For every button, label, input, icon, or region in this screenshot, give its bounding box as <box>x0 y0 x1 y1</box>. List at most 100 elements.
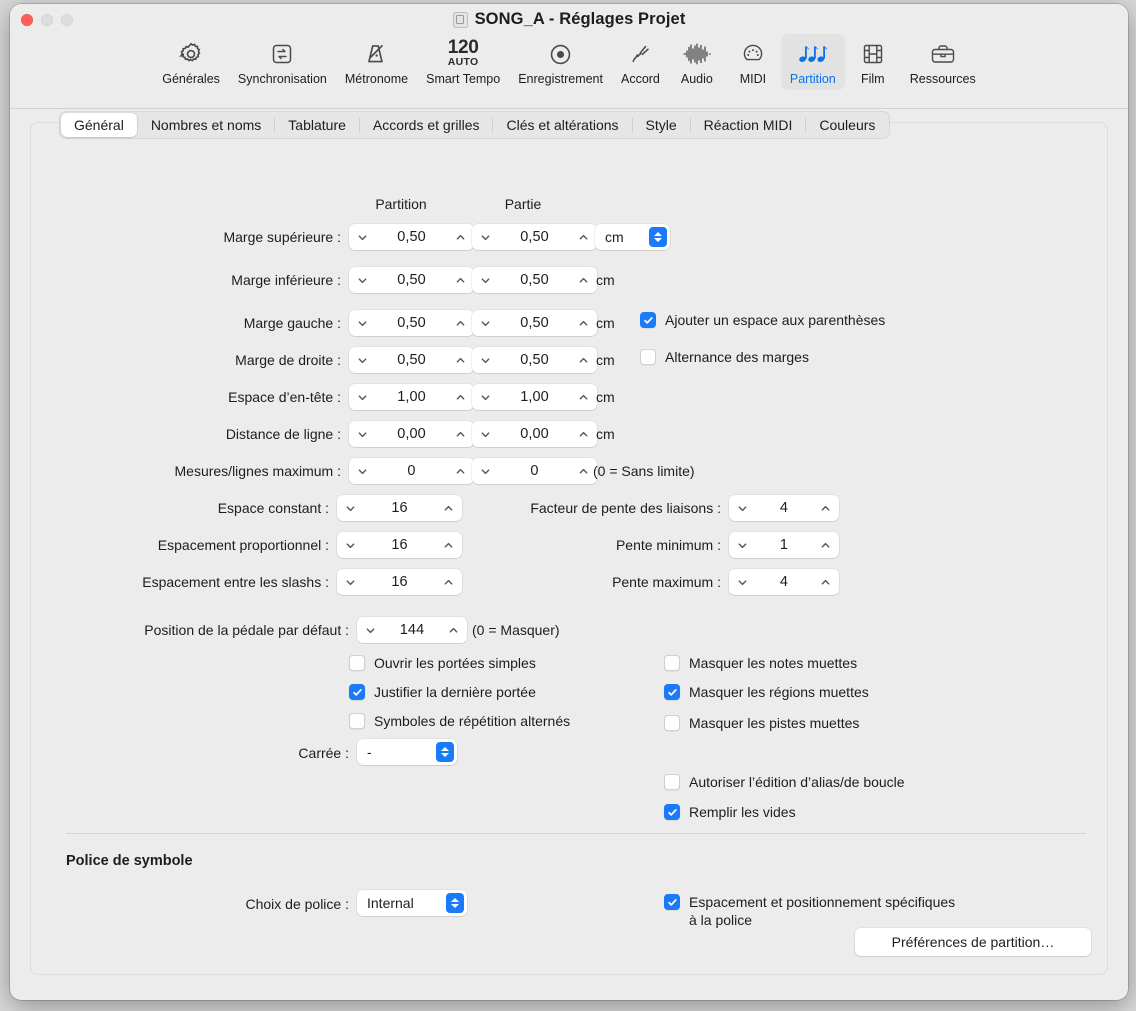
chevron-down-icon[interactable] <box>480 355 491 366</box>
toolbar-item-metronome[interactable]: Métronome <box>336 34 417 90</box>
checkbox-box[interactable] <box>664 684 680 700</box>
stepper-mesures-lignes-maximum-part[interactable]: 0 <box>472 458 597 484</box>
chevron-up-icon[interactable] <box>455 392 466 403</box>
checkbox-box[interactable] <box>640 349 656 365</box>
chevron-down-icon[interactable] <box>365 625 376 636</box>
chevron-up-icon[interactable] <box>455 318 466 329</box>
chevron-up-icon[interactable] <box>578 355 589 366</box>
checkbox-box[interactable] <box>664 655 680 671</box>
stepper-distance-de-ligne-part[interactable]: 0,00 <box>472 421 597 447</box>
checkbox-box[interactable] <box>349 655 365 671</box>
stepper-position-pedale[interactable]: 144 <box>357 617 467 643</box>
chevron-down-icon[interactable] <box>357 318 368 329</box>
stepper-value: 0,50 <box>397 315 426 331</box>
stepper-espace-en-tete-part[interactable]: 1,00 <box>472 384 597 410</box>
checkbox-autoriser-edition-alias-boucle[interactable]: Autoriser l’édition d’alias/de boucle <box>664 773 905 791</box>
chevron-up-icon[interactable] <box>455 232 466 243</box>
checkbox-box[interactable] <box>664 804 680 820</box>
chevron-up-icon[interactable] <box>820 540 831 551</box>
stepper-marge-inferieure-part[interactable]: 0,50 <box>472 267 597 293</box>
stepper-facteur-pente-liaisons[interactable]: 4 <box>729 495 839 521</box>
checkbox-box[interactable] <box>349 684 365 700</box>
toolbar-item-enregistrement[interactable]: Enregistrement <box>509 34 612 90</box>
checkbox-justifier-derniere-portee[interactable]: Justifier la dernière portée <box>349 683 536 701</box>
chevron-down-icon[interactable] <box>737 540 748 551</box>
chevron-down-icon[interactable] <box>480 275 491 286</box>
chevron-up-icon[interactable] <box>578 275 589 286</box>
stepper-marge-gauche-score[interactable]: 0,50 <box>349 310 474 336</box>
checkbox-masquer-regions-muettes[interactable]: Masquer les régions muettes <box>664 683 869 701</box>
chevron-down-icon[interactable] <box>357 429 368 440</box>
stepper-value: 0,50 <box>520 229 549 245</box>
chevron-down-icon[interactable] <box>480 318 491 329</box>
checkbox-remplir-les-vides[interactable]: Remplir les vides <box>664 803 796 821</box>
chevron-down-icon[interactable] <box>345 540 356 551</box>
checkbox-espacement-positionnement-specifiques[interactable]: Espacement et positionnement spécifiques… <box>664 893 1064 929</box>
checkbox-label: Symboles de répétition alternés <box>374 713 571 729</box>
chevron-up-icon[interactable] <box>455 466 466 477</box>
toolbar-item-film[interactable]: Film <box>845 34 901 90</box>
chevron-down-icon[interactable] <box>480 232 491 243</box>
chevron-down-icon[interactable] <box>357 355 368 366</box>
chevron-up-icon[interactable] <box>820 577 831 588</box>
carree-popup-button[interactable]: - <box>357 739 457 765</box>
toolbar-item-audio[interactable]: Audio <box>669 34 725 90</box>
stepper-marge-de-droite-score[interactable]: 0,50 <box>349 347 474 373</box>
checkbox-symboles-repetition-alternes[interactable]: Symboles de répétition alternés <box>349 712 570 730</box>
chevron-up-icon[interactable] <box>578 318 589 329</box>
checkbox-box[interactable] <box>664 774 680 790</box>
stepper-marge-de-droite-part[interactable]: 0,50 <box>472 347 597 373</box>
chevron-up-icon[interactable] <box>578 232 589 243</box>
checkbox-masquer-pistes-muettes[interactable]: Masquer les pistes muettes <box>664 714 859 732</box>
stepper-distance-de-ligne-score[interactable]: 0,00 <box>349 421 474 447</box>
chevron-down-icon[interactable] <box>737 577 748 588</box>
toolbar-item-ressources[interactable]: Ressources <box>901 34 985 90</box>
stepper-espace-en-tete-score[interactable]: 1,00 <box>349 384 474 410</box>
stepper-marge-inferieure-score[interactable]: 0,50 <box>349 267 474 293</box>
toolbar-item-partition[interactable]: Partition <box>780 34 845 90</box>
stepper-marge-superieure-score[interactable]: 0,50 <box>349 224 474 250</box>
toolbar-item-generales[interactable]: Générales <box>153 34 229 90</box>
chevron-down-icon[interactable] <box>737 503 748 514</box>
chevron-down-icon[interactable] <box>345 503 356 514</box>
chevron-up-icon[interactable] <box>578 429 589 440</box>
chevron-down-icon[interactable] <box>357 232 368 243</box>
checkbox-box[interactable] <box>349 713 365 729</box>
stepper-espace-constant[interactable]: 16 <box>337 495 462 521</box>
checkbox-masquer-notes-muettes[interactable]: Masquer les notes muettes <box>664 654 857 672</box>
unit-popup-button[interactable]: cm <box>595 224 670 250</box>
chevron-down-icon[interactable] <box>345 577 356 588</box>
chevron-up-icon[interactable] <box>455 355 466 366</box>
chevron-down-icon[interactable] <box>357 466 368 477</box>
chevron-up-icon[interactable] <box>455 429 466 440</box>
chevron-down-icon[interactable] <box>480 466 491 477</box>
stepper-marge-superieure-part[interactable]: 0,50 <box>472 224 597 250</box>
chevron-down-icon[interactable] <box>357 275 368 286</box>
stepper-espacement-proportionnel[interactable]: 16 <box>337 532 462 558</box>
font-choice-popup-button[interactable]: Internal <box>357 890 467 916</box>
toolbar-item-accord[interactable]: Accord <box>612 34 669 90</box>
chevron-down-icon[interactable] <box>480 429 491 440</box>
checkbox-box[interactable] <box>664 894 680 910</box>
stepper-marge-gauche-part[interactable]: 0,50 <box>472 310 597 336</box>
chevron-up-icon[interactable] <box>578 392 589 403</box>
checkbox-box[interactable] <box>640 312 656 328</box>
stepper-mesures-lignes-maximum-score[interactable]: 0 <box>349 458 474 484</box>
checkbox-ouvrir-portees-simples[interactable]: Ouvrir les portées simples <box>349 654 536 672</box>
chevron-up-icon[interactable] <box>448 625 459 636</box>
chevron-down-icon[interactable] <box>357 392 368 403</box>
stepper-pente-maximum[interactable]: 4 <box>729 569 839 595</box>
stepper-pente-minimum[interactable]: 1 <box>729 532 839 558</box>
stepper-espacement-entre-les-slashs[interactable]: 16 <box>337 569 462 595</box>
checkbox-alternance-des-marges[interactable]: Alternance des marges <box>640 348 809 366</box>
toolbar-item-synchronisation[interactable]: Synchronisation <box>229 34 336 90</box>
chevron-up-icon[interactable] <box>578 466 589 477</box>
toolbar-item-midi[interactable]: MIDI <box>725 34 781 90</box>
score-preferences-button[interactable]: Préférences de partition… <box>855 928 1091 956</box>
checkbox-ajouter-espace-parentheses[interactable]: Ajouter un espace aux parenthèses <box>640 311 885 329</box>
checkbox-box[interactable] <box>664 715 680 731</box>
chevron-up-icon[interactable] <box>820 503 831 514</box>
chevron-up-icon[interactable] <box>455 275 466 286</box>
chevron-down-icon[interactable] <box>480 392 491 403</box>
toolbar-item-smart-tempo[interactable]: 120 AUTO Smart Tempo <box>417 34 509 90</box>
